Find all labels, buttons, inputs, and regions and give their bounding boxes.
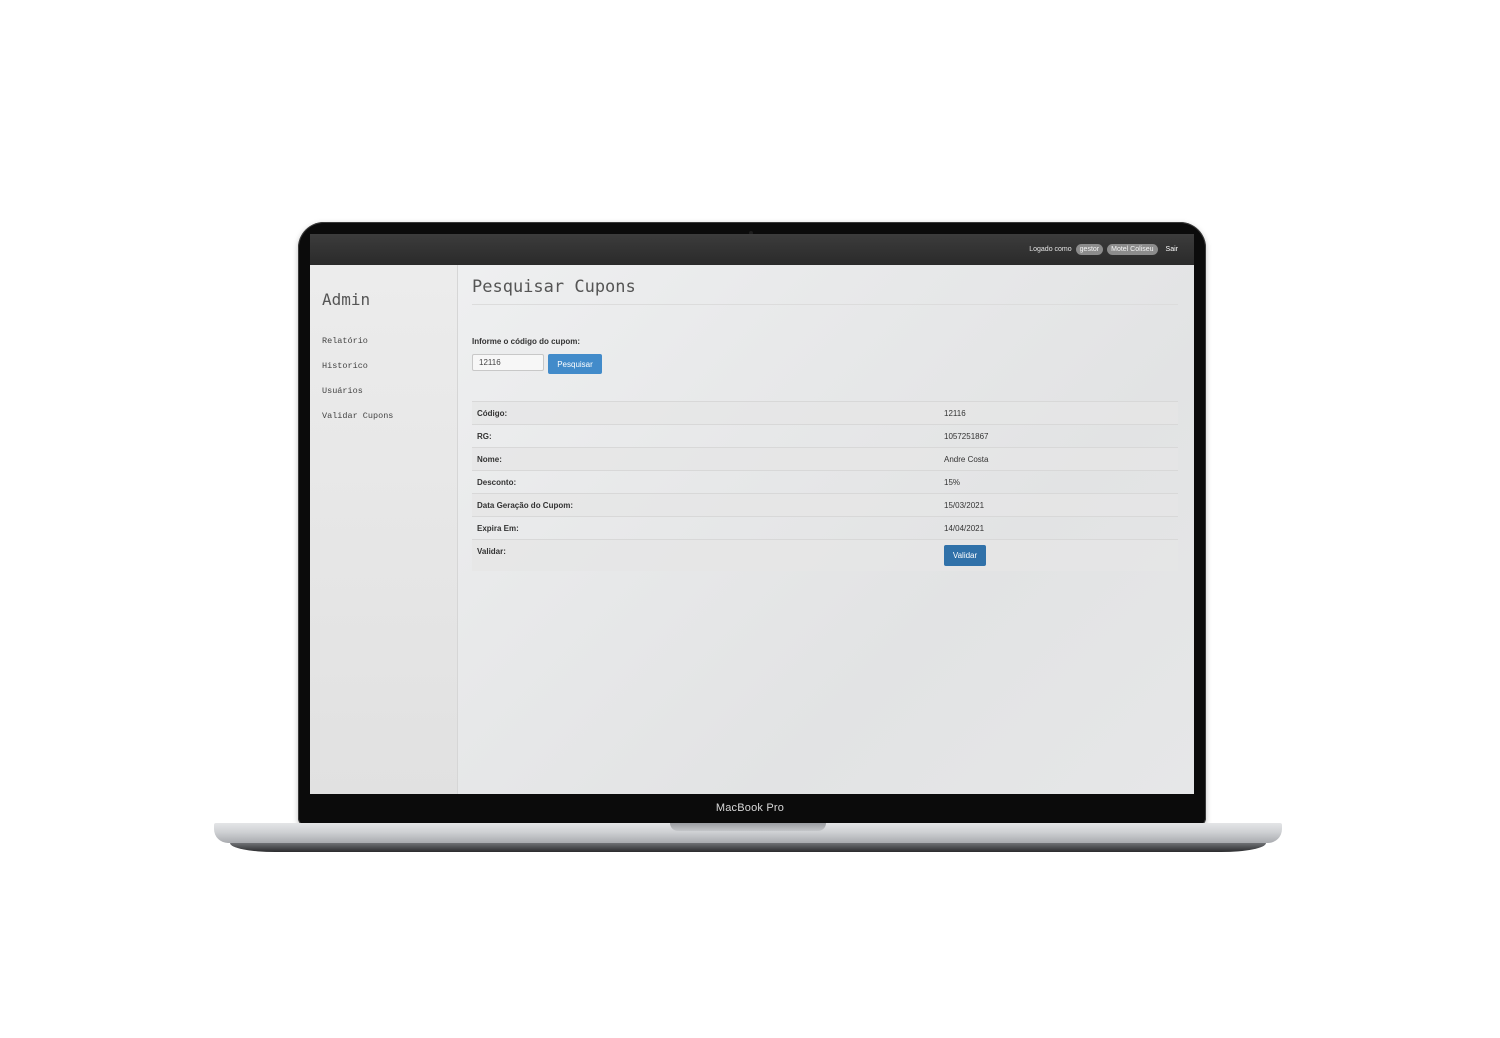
top-navbar: Logado como gestor Motel Coliseu Sair <box>310 234 1194 265</box>
sidebar-item-validar-cupons[interactable]: Validar Cupons <box>322 410 393 435</box>
row-value: 14/04/2021 <box>944 524 985 533</box>
row-label: Nome: <box>477 455 502 464</box>
coupon-code-input[interactable] <box>472 354 544 371</box>
sidebar-item-usuarios[interactable]: Usuários <box>322 385 393 410</box>
validate-button[interactable]: Validar <box>944 545 986 566</box>
lid-notch <box>670 823 826 831</box>
logout-link[interactable]: Sair <box>1166 246 1178 253</box>
laptop-screen: Logado como gestor Motel Coliseu Sair Ad… <box>310 234 1194 794</box>
row-value: 1057251867 <box>944 432 989 441</box>
company-badge: Motel Coliseu <box>1107 244 1158 255</box>
row-label: Código: <box>477 409 508 418</box>
page-title: Pesquisar Cupons <box>472 277 636 297</box>
row-value: 15/03/2021 <box>944 501 985 510</box>
row-value: Andre Costa <box>944 455 989 464</box>
logged-as-text: Logado como <box>1029 246 1072 253</box>
row-label: Data Geração do Cupom: <box>477 501 574 510</box>
laptop-base-shadow <box>230 843 1266 852</box>
sidebar-nav: Relatório Historico Usuários Validar Cup… <box>322 335 393 435</box>
coupon-details-table: Código: 12116 RG: 1057251867 Nome: Andre… <box>472 401 1178 571</box>
table-row: Data Geração do Cupom: 15/03/2021 <box>472 494 1178 517</box>
row-label: RG: <box>477 432 492 441</box>
table-row-validate: Validar: Validar <box>472 540 1178 571</box>
sidebar: Admin Relatório Historico Usuários Valid… <box>310 265 458 794</box>
sidebar-item-historico[interactable]: Historico <box>322 360 393 385</box>
row-label: Desconto: <box>477 478 517 487</box>
table-row: Código: 12116 <box>472 402 1178 425</box>
brand-title: Admin <box>322 290 371 309</box>
row-value: 15% <box>944 478 961 487</box>
row-label: Validar: <box>477 547 506 556</box>
user-info: Logado como gestor Motel Coliseu Sair <box>1029 244 1178 255</box>
table-row: Desconto: 15% <box>472 471 1178 494</box>
row-value: 12116 <box>944 409 966 418</box>
model-label: MacBook Pro <box>715 802 785 814</box>
table-row: Nome: Andre Costa <box>472 448 1178 471</box>
row-label: Expira Em: <box>477 524 519 533</box>
search-button[interactable]: Pesquisar <box>548 354 602 374</box>
table-row: RG: 1057251867 <box>472 425 1178 448</box>
title-divider <box>472 304 1178 305</box>
coupon-code-label: Informe o código do cupom: <box>472 337 580 346</box>
table-row: Expira Em: 14/04/2021 <box>472 517 1178 540</box>
sidebar-item-relatorio[interactable]: Relatório <box>322 335 393 360</box>
user-badge: gestor <box>1075 244 1104 255</box>
product-mockup: Logado como gestor Motel Coliseu Sair Ad… <box>0 0 1500 1038</box>
